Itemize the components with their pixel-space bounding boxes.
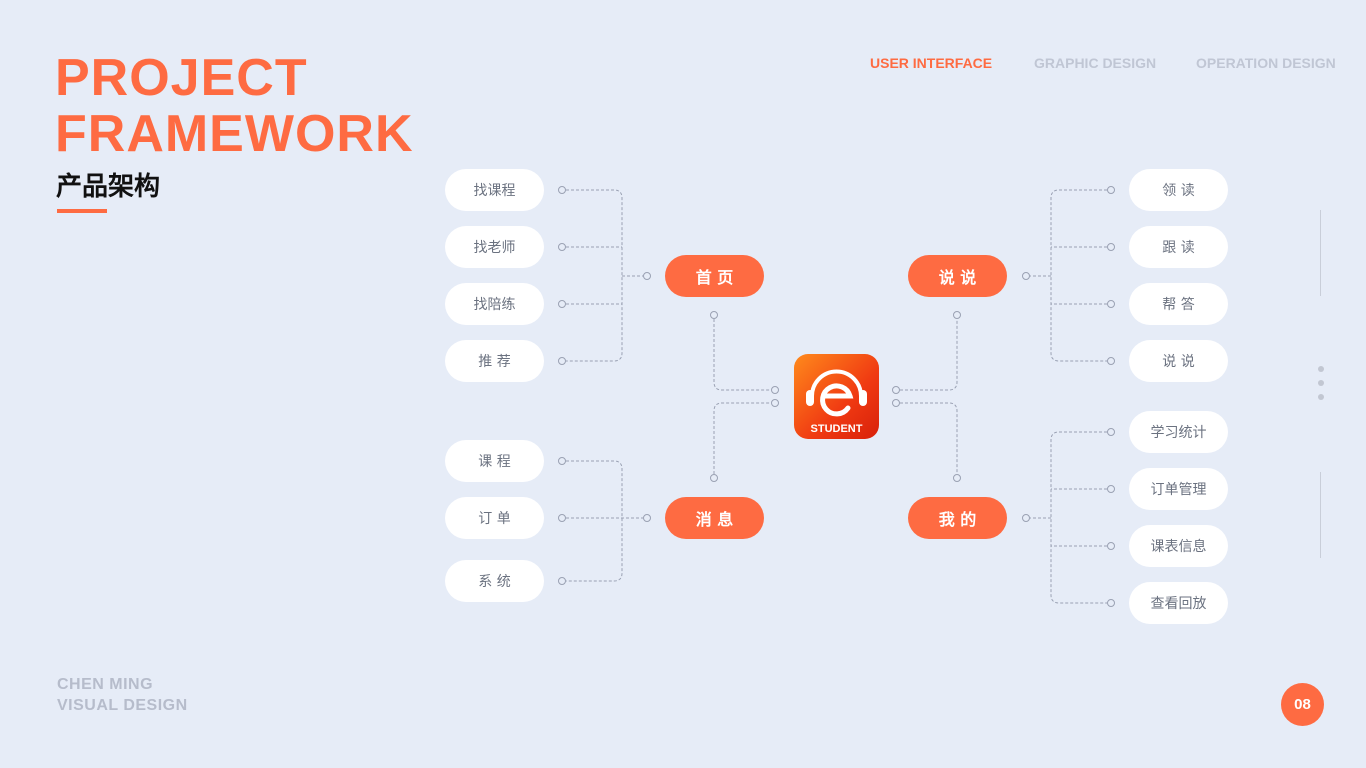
student-app-icon: STUDENT [794,354,879,439]
leaf-node[interactable]: 系 统 [445,560,544,602]
node-talk[interactable]: 说 说 [908,255,1007,297]
node-messages[interactable]: 消 息 [665,497,764,539]
leaf-node[interactable]: 课表信息 [1129,525,1228,567]
connector-lines [558,186,1115,607]
node-home[interactable]: 首 页 [665,255,764,297]
leaf-node[interactable]: 课 程 [445,440,544,482]
node-mine[interactable]: 我 的 [908,497,1007,539]
leaf-node[interactable]: 说 说 [1129,340,1228,382]
leaf-node[interactable]: 领 读 [1129,169,1228,211]
leaf-node[interactable]: 订单管理 [1129,468,1228,510]
leaf-node[interactable]: 推 荐 [445,340,544,382]
hub-label: STUDENT [810,423,863,435]
leaf-node[interactable]: 帮 答 [1129,283,1228,325]
leaf-node[interactable]: 学习统计 [1129,411,1228,453]
leaf-node[interactable]: 跟 读 [1129,226,1228,268]
leaf-node[interactable]: 订 单 [445,497,544,539]
leaf-node[interactable]: 查看回放 [1129,582,1228,624]
leaf-node[interactable]: 找课程 [445,169,544,211]
leaf-node[interactable]: 找老师 [445,226,544,268]
leaf-node[interactable]: 找陪练 [445,283,544,325]
